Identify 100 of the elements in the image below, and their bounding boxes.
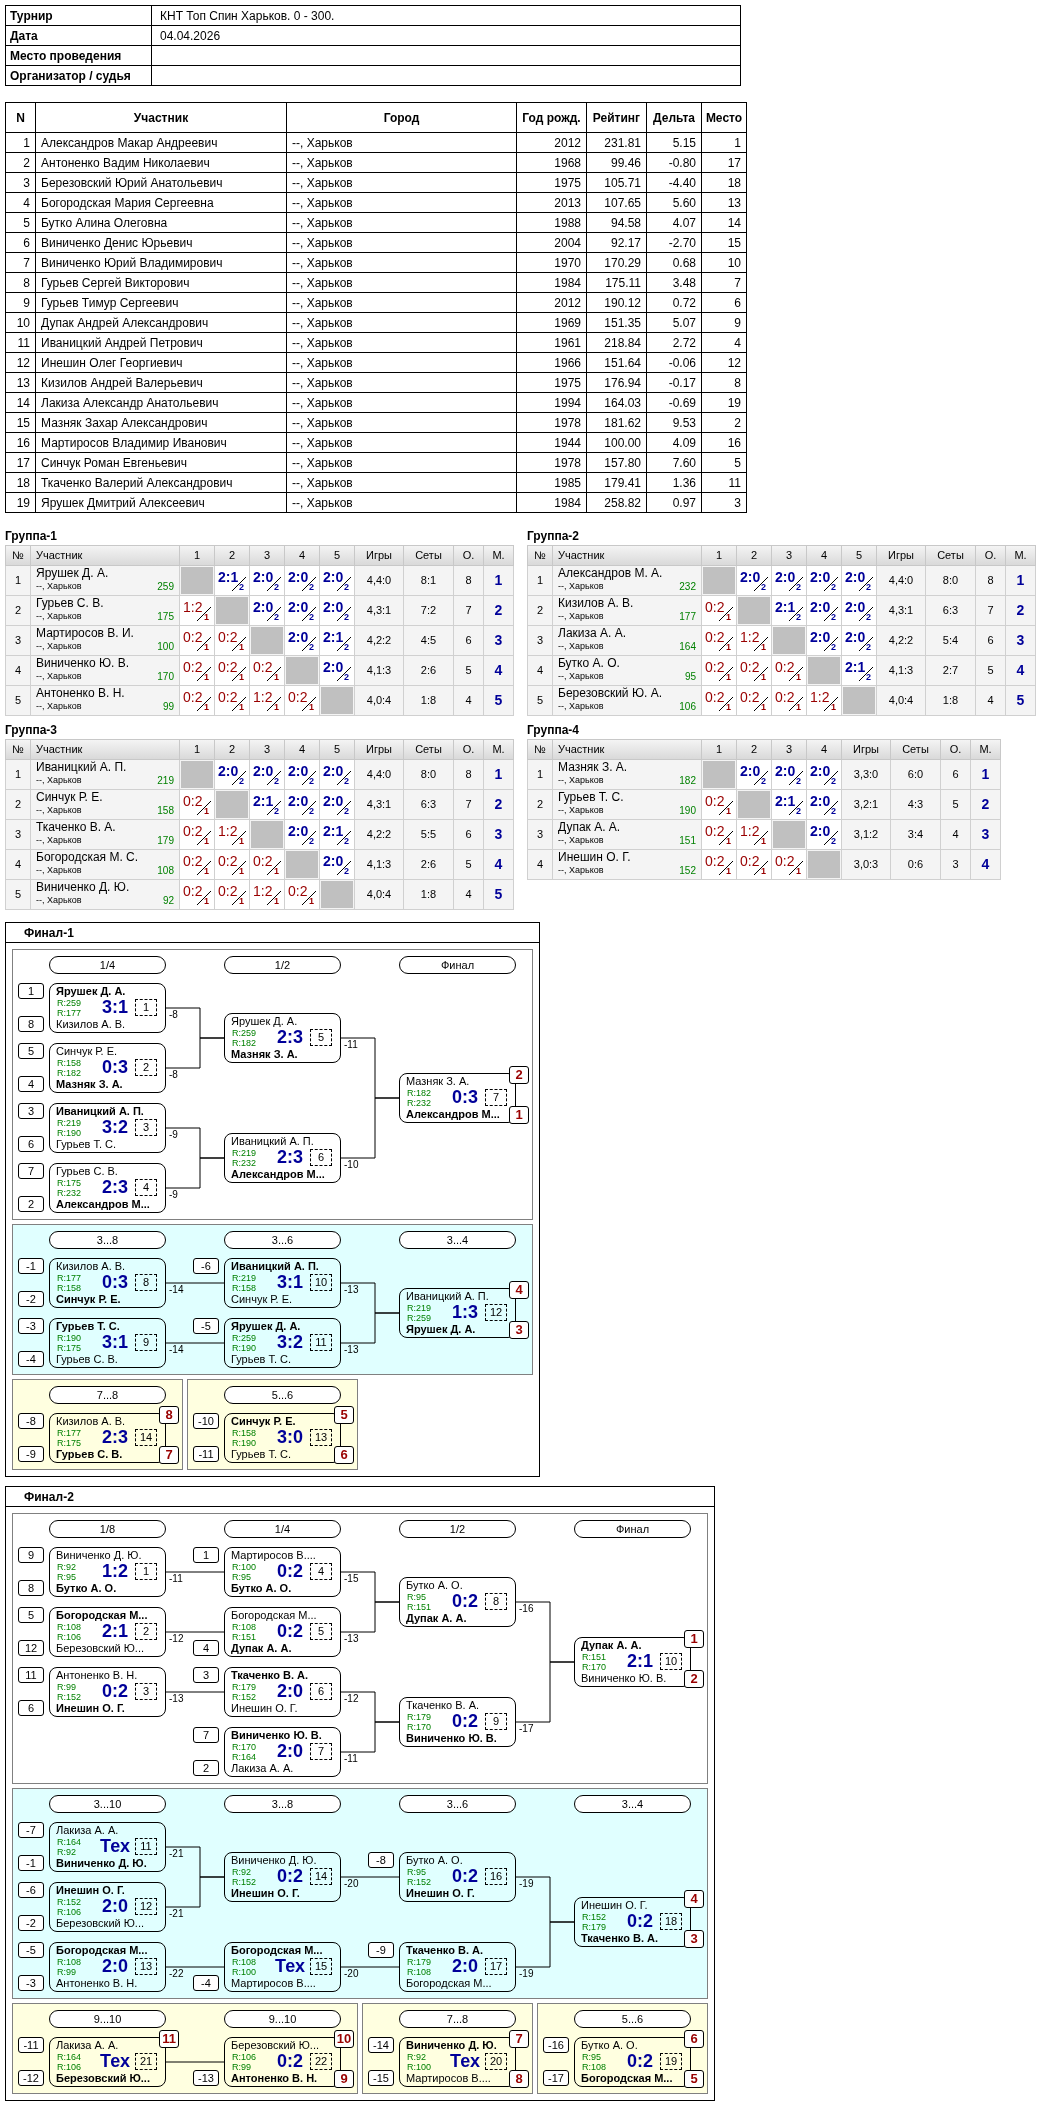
match-number: 6 — [310, 1683, 332, 1700]
table-cell: 6:0 — [890, 759, 941, 790]
table-cell: 5 — [5, 685, 31, 716]
rating-label: R:158 — [57, 1058, 82, 1068]
loser-label: -13 — [344, 1633, 359, 1644]
table-cell: 4 — [940, 819, 971, 850]
player-name: Березовский Ю... — [56, 1917, 145, 1930]
rating-label: R:95 — [407, 1592, 426, 1602]
table-cell: 6:3 — [925, 595, 976, 626]
loser-label: -13 — [344, 1344, 359, 1355]
match-number: 2 — [135, 1059, 157, 1076]
table-cell: 1 — [527, 565, 553, 596]
round-header: 5...6 — [574, 2010, 691, 2028]
table-cell: 4,1:3 — [354, 655, 404, 686]
loser-label: -14 — [169, 1344, 184, 1355]
place-cell: 1 — [970, 759, 1001, 790]
seed-label: 7 — [193, 1727, 219, 1743]
player-name: Гурьев С. В. — [56, 1448, 123, 1461]
column-header: 3 — [771, 739, 807, 760]
rating-label: R:170 — [582, 1662, 607, 1672]
player-name: Инешин О. Г. — [581, 1899, 648, 1912]
column-header: 3 — [771, 545, 807, 566]
table-cell: --, Харьков — [286, 432, 517, 453]
column-header: Сеты — [403, 739, 454, 760]
table-cell: 107.65 — [586, 192, 647, 213]
rating-label: R:164 — [57, 1837, 82, 1847]
match-number: 10 — [310, 1274, 332, 1291]
table-cell: Бутко Алина Олеговна — [35, 212, 287, 233]
table-cell: 12 — [701, 352, 747, 373]
connector-line — [165, 1282, 225, 1284]
match-score: 2:0 — [276, 1680, 304, 1702]
table-cell: 1:8 — [925, 685, 976, 716]
column-header: 4 — [284, 545, 320, 566]
place-label: 10 — [334, 2030, 354, 2048]
place-cell: 3 — [1005, 625, 1036, 656]
player-name: Виниченко Ю. В. — [581, 1672, 667, 1685]
table-cell: 7 — [453, 789, 484, 820]
column-header: 2 — [214, 739, 250, 760]
table-cell: 164.03 — [586, 392, 647, 413]
table-cell: 11 — [701, 472, 747, 493]
table-cell: --, Харьков — [286, 392, 517, 413]
loser-label: -8 — [169, 1069, 178, 1080]
blank-cell — [286, 851, 318, 878]
table-cell: 12 — [5, 352, 36, 373]
player-name: Синчук Р. Е. — [56, 1045, 118, 1058]
rating-label: R:219 — [232, 1273, 257, 1283]
city-label: --, Харьков — [558, 805, 604, 816]
seed-label: 1 — [18, 983, 44, 999]
blank-cell — [843, 687, 875, 714]
loser-label: -12 — [344, 1693, 359, 1704]
seed-label: -2 — [18, 1915, 44, 1931]
connector-line — [165, 1342, 225, 1344]
info-label: Дата — [5, 25, 152, 46]
player-name: Мазняк З. А. — [56, 1078, 123, 1091]
table-cell: 3,1:2 — [841, 819, 891, 850]
table-cell: 4 — [527, 849, 553, 880]
table-cell: 2:7 — [925, 655, 976, 686]
seed-label: -16 — [543, 2037, 569, 2053]
blank-cell — [738, 791, 770, 818]
table-cell: -0.06 — [646, 352, 702, 373]
match-score: 2:3 — [101, 1426, 129, 1448]
table-cell: 5 — [453, 849, 484, 880]
place-cell: 4 — [483, 849, 514, 880]
column-header: 1 — [179, 545, 215, 566]
table-cell: 3 — [5, 819, 31, 850]
player-name: Виниченко Ю. В. — [406, 1732, 497, 1745]
match-number: 16 — [485, 1868, 507, 1885]
seed-label: -3 — [18, 1318, 44, 1334]
participant-name: Гурьев Т. С. — [558, 790, 625, 805]
table-cell: 5.60 — [646, 192, 702, 213]
place-cell: 2 — [483, 595, 514, 626]
place-cell: 5 — [1005, 685, 1036, 716]
match-number: 22 — [310, 2053, 332, 2070]
table-cell: 4,4:0 — [876, 565, 926, 596]
player-name: Бутко А. О. — [581, 2039, 638, 2052]
player-name: Инешин О. Г. — [56, 1702, 125, 1715]
column-header: Сеты — [925, 545, 976, 566]
round-header: 3...8 — [224, 1795, 341, 1813]
place-cell: 4 — [970, 849, 1001, 880]
column-header: 4 — [806, 739, 842, 760]
table-cell: 8 — [5, 272, 36, 293]
match-number: 10 — [660, 1653, 682, 1670]
match-score: 0:2 — [451, 1590, 479, 1612]
table-cell: 1978 — [516, 412, 587, 433]
loser-label: -20 — [344, 1968, 359, 1979]
column-header: Город — [286, 102, 517, 133]
loser-label: -13 — [169, 1693, 184, 1704]
match-score: 2:1 — [626, 1650, 654, 1672]
match-number: 9 — [135, 1334, 157, 1351]
rating-label: R:219 — [57, 1118, 82, 1128]
match-number: 11 — [135, 1838, 157, 1855]
table-cell: 4.09 — [646, 432, 702, 453]
player-name: Александров М... — [406, 1108, 500, 1121]
match-score: 3:2 — [101, 1117, 129, 1138]
match-number: 2 — [135, 1623, 157, 1640]
player-name: Мазняк З. А. — [406, 1075, 470, 1088]
table-cell: 14 — [701, 212, 747, 233]
column-header: 1 — [701, 739, 737, 760]
table-cell: -2.70 — [646, 232, 702, 253]
participant-name: Виниченко Ю. В. — [36, 656, 131, 671]
